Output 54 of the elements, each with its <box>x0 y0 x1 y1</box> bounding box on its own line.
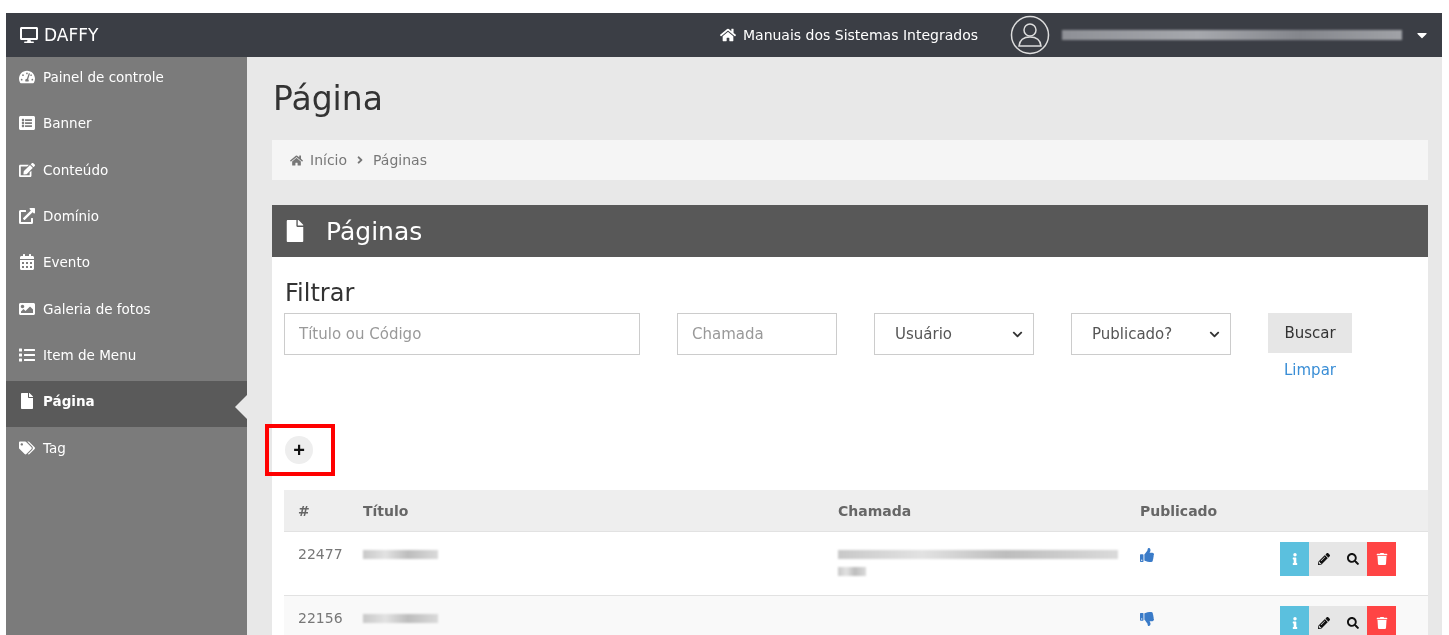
sidebar-item[interactable]: Tag <box>6 427 247 474</box>
edit-icon <box>19 161 35 178</box>
table-cell-text: 22477 <box>298 546 344 562</box>
search-icon <box>1346 617 1359 629</box>
file-icon <box>19 393 35 410</box>
home-icon <box>719 27 736 43</box>
home-icon <box>290 153 303 167</box>
search-button[interactable]: Buscar <box>1268 313 1352 353</box>
gauge-icon <box>19 69 35 86</box>
filter-field[interactable]: Chamada <box>677 313 837 355</box>
filter-select[interactable]: Publicado? <box>1071 313 1231 355</box>
manuals-link[interactable]: Manuais dos Sistemas Integrados <box>719 27 978 43</box>
table-cell-text: 22156 <box>298 610 344 626</box>
sidebar-item[interactable]: Página <box>6 381 247 428</box>
trash-icon <box>1375 617 1388 629</box>
edit-button[interactable] <box>1309 542 1338 576</box>
column-header: # <box>298 502 311 519</box>
filter-select[interactable]: Usuário <box>874 313 1034 355</box>
pencil-icon <box>1317 617 1330 629</box>
sidebar-item[interactable]: Conteúdo <box>6 149 247 196</box>
view-button[interactable] <box>1338 542 1367 576</box>
view-button[interactable] <box>1338 606 1367 635</box>
column-header: Publicado <box>1140 502 1219 519</box>
panel-title: Páginas <box>326 216 423 246</box>
list-icon <box>19 346 35 363</box>
file-icon <box>284 220 306 242</box>
calendar-icon <box>19 254 35 271</box>
edit-button[interactable] <box>1309 606 1338 635</box>
search-icon <box>1346 553 1359 565</box>
sidebar-item[interactable]: Evento <box>6 242 247 289</box>
pencil-icon <box>1317 553 1330 565</box>
sidebar-item[interactable]: Banner <box>6 103 247 150</box>
brand-name: DAFFY <box>44 25 99 45</box>
sidebar-item[interactable]: Galeria de fotos <box>6 288 247 335</box>
tags-icon <box>19 439 35 456</box>
page-title: Página <box>273 79 384 118</box>
breadcrumb-link[interactable]: Início <box>310 152 348 168</box>
external-link-icon <box>19 208 35 225</box>
sidebar-item[interactable]: Item de Menu <box>6 334 247 382</box>
clear-link[interactable]: Limpar <box>1284 361 1336 379</box>
list-card-icon <box>19 115 35 132</box>
sidebar-item[interactable]: Domínio <box>6 195 247 243</box>
user-avatar-icon[interactable] <box>1010 15 1050 55</box>
breadcrumb-link[interactable]: Páginas <box>373 152 427 168</box>
sidebar-item[interactable]: Painel de controle <box>6 57 247 104</box>
blurred-text <box>838 567 866 576</box>
filter-field[interactable]: Título ou Código <box>284 313 640 355</box>
column-header: Chamada <box>838 502 913 519</box>
monitor-icon <box>20 26 38 44</box>
filter-heading: Filtrar <box>285 279 356 307</box>
image-icon <box>19 300 35 317</box>
add-button[interactable]: + <box>285 436 313 464</box>
column-header: Título <box>363 502 410 519</box>
trash-icon <box>1375 553 1388 565</box>
